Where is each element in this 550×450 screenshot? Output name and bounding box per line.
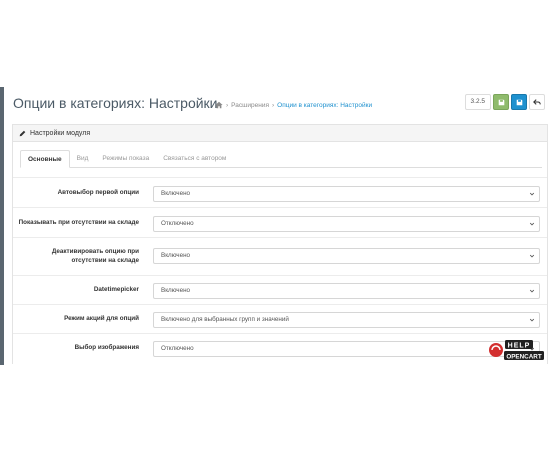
save-button[interactable] bbox=[493, 94, 509, 110]
form-row: Показывать при отсутствии на складе Откл… bbox=[13, 207, 547, 237]
image-select-select[interactable]: Отключено bbox=[153, 341, 540, 357]
chevron-down-icon bbox=[529, 289, 535, 293]
page-header: Опции в категориях: Настройки › Расширен… bbox=[10, 94, 545, 116]
help-opencart-logo-graphic: HELP OPENCART bbox=[489, 340, 544, 360]
tab-contact-author[interactable]: Связаться с автором bbox=[156, 150, 233, 168]
badge-line1: HELP bbox=[508, 342, 531, 349]
tab-display-modes[interactable]: Режимы показа bbox=[95, 150, 156, 168]
panel-heading: Настройки модуля bbox=[13, 125, 547, 142]
field-label: Режим акций для опций bbox=[64, 315, 139, 322]
field-label: Показывать при отсутствии на складе bbox=[18, 219, 139, 226]
select-value: Включено для выбранных групп и значений bbox=[161, 316, 289, 323]
form-row: Выбор изображения Отключено bbox=[13, 333, 547, 365]
field-label: Datetimepicker bbox=[93, 286, 139, 293]
header-actions: 3.2.5 bbox=[464, 94, 545, 110]
page-title: Опции в категориях: Настройки bbox=[13, 95, 218, 111]
field-label: Деактивировать опцию при отсутствии на с… bbox=[51, 248, 139, 264]
save-icon bbox=[498, 99, 504, 105]
form-row: Автовыбор первой опции Включено bbox=[13, 177, 547, 207]
chevron-down-icon bbox=[529, 254, 535, 258]
panel-title: Настройки модуля bbox=[30, 129, 91, 137]
deactivate-out-of-stock-select[interactable]: Включено bbox=[153, 248, 540, 264]
chevron-down-icon bbox=[529, 222, 535, 226]
select-value: Отключено bbox=[161, 220, 194, 227]
select-value: Включено bbox=[161, 287, 191, 294]
left-sidebar-edge bbox=[0, 87, 4, 365]
tab-general[interactable]: Основные bbox=[20, 150, 70, 168]
chevron-down-icon bbox=[529, 192, 535, 196]
form-row: Режим акций для опций Включено для выбра… bbox=[13, 304, 547, 333]
special-mode-select[interactable]: Включено для выбранных групп и значений bbox=[153, 312, 540, 328]
save-stay-icon bbox=[516, 99, 522, 105]
auto-select-first-option-select[interactable]: Включено bbox=[153, 186, 540, 202]
save-stay-button[interactable] bbox=[511, 94, 527, 110]
select-value: Отключено bbox=[161, 345, 194, 352]
chevron-down-icon bbox=[529, 318, 535, 322]
help-opencart-logo: HELP OPENCART bbox=[488, 338, 546, 362]
tab-bar: Основные Вид Режимы показа Связаться с а… bbox=[20, 150, 542, 168]
back-button[interactable] bbox=[529, 94, 545, 110]
pencil-icon bbox=[19, 130, 26, 136]
badge-line2: OPENCART bbox=[506, 353, 541, 360]
breadcrumb-item-extensions[interactable]: Расширения bbox=[231, 102, 269, 109]
field-label: Выбор изображения bbox=[74, 344, 139, 351]
home-icon[interactable] bbox=[215, 101, 223, 109]
breadcrumb: › Расширения › Опции в категориях: Настр… bbox=[215, 101, 372, 109]
form-row: Деактивировать опцию при отсутствии на с… bbox=[13, 237, 547, 275]
form-row: Datetimepicker Включено bbox=[13, 275, 547, 304]
select-value: Включено bbox=[161, 252, 191, 259]
breadcrumb-item-current[interactable]: Опции в категориях: Настройки bbox=[277, 102, 372, 109]
back-icon bbox=[533, 99, 541, 105]
datetimepicker-select[interactable]: Включено bbox=[153, 283, 540, 299]
show-out-of-stock-select[interactable]: Отключено bbox=[153, 216, 540, 232]
tab-view[interactable]: Вид bbox=[70, 150, 96, 168]
settings-panel: Настройки модуля Основные Вид Режимы пок… bbox=[12, 124, 548, 364]
select-value: Включено bbox=[161, 190, 191, 197]
field-label: Автовыбор первой опции bbox=[57, 189, 139, 196]
version-badge: 3.2.5 bbox=[464, 94, 491, 110]
